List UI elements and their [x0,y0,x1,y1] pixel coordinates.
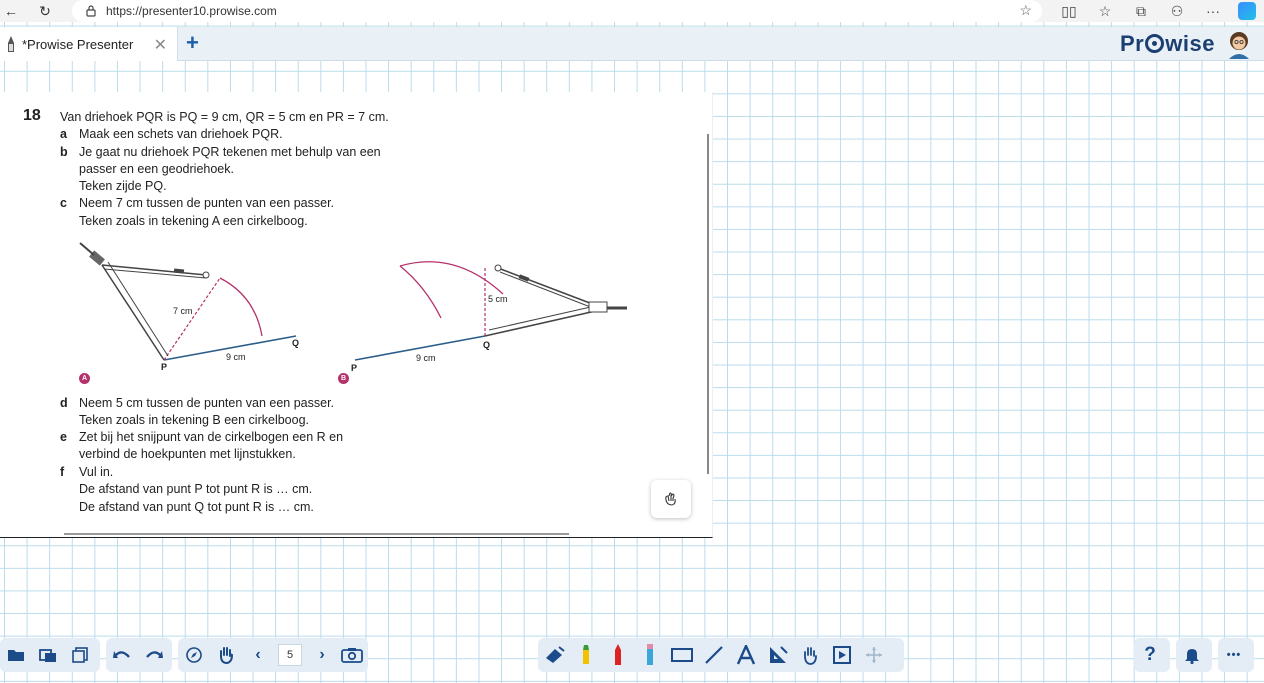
page-number: 5 [278,644,302,666]
compass-icon[interactable] [178,638,210,672]
geometry-set-icon[interactable] [762,638,794,672]
toolbar-notifications-group [1176,638,1212,672]
previous-page-icon[interactable]: ‹ [242,638,274,672]
hand-gesture-icon [665,492,676,506]
fig-a-radius-label: 7 cm [173,306,193,316]
text-b-2: passer en een geodriehoek. [79,162,234,176]
horizontal-scrollbar[interactable] [64,533,569,535]
line-tool-icon[interactable] [698,638,730,672]
text-c-2: Teken zoals in tekening A een cirkelboog… [79,214,308,228]
letter-a: a [60,127,67,141]
text-b-1: Je gaat nu driehoek PQR tekenen met behu… [79,145,381,159]
figure-a-badge: A [79,373,90,384]
close-tab-icon[interactable]: ✕ [154,35,167,55]
text-b-3: Teken zijde PQ. [79,179,167,193]
letter-d: d [60,396,68,410]
tab-title: *Prowise Presenter [22,36,134,52]
menu-dots-icon[interactable]: ··· [1202,3,1224,19]
text-f-2: De afstand van punt P tot punt R is … cm… [79,482,313,496]
gesture-tool-icon[interactable] [794,638,826,672]
letter-c: c [60,196,67,210]
exercise-number: 18 [23,107,41,124]
pages-overview-icon[interactable] [64,638,96,672]
logo-text-left: Pr [1120,31,1145,56]
pencil-icon [4,34,18,54]
figure-b-compass-drawing: 5 cm 9 cm P Q [351,261,627,373]
toolbar-more-group: ••• [1218,638,1254,672]
figure-a-compass-drawing: 7 cm 9 cm P Q [79,242,299,372]
next-page-icon[interactable]: › [306,638,338,672]
text-c-1: Neem 7 cm tussen de punten van een passe… [79,196,335,210]
toolbar-help-group: ? [1134,638,1170,672]
avatar[interactable] [1225,29,1253,59]
toolbar-drawing-group [538,638,904,672]
hand-pan-icon[interactable] [210,638,242,672]
collections-icon[interactable]: ⧉ [1130,3,1152,20]
favorites-icon[interactable]: ☆ [1094,3,1116,20]
fig-b-radius-label: 5 cm [488,294,508,304]
prowise-logo: Pr wise [1120,31,1215,57]
text-tool-icon[interactable] [730,638,762,672]
move-toolbar-icon[interactable] [858,638,890,672]
fig-b-base-label: 9 cm [416,353,436,363]
fig-a-point-p: P [161,362,167,372]
copilot-icon[interactable] [1238,2,1256,20]
page-number-field[interactable]: 5 [274,638,306,672]
redo-icon[interactable] [138,638,170,672]
media-icon[interactable] [32,638,64,672]
text-a: Maak een schets van driehoek PQR. [79,127,283,141]
logo-text-right: wise [1165,31,1215,56]
letter-f: f [60,465,65,479]
favorite-star-icon[interactable]: ☆ [1019,2,1032,19]
eraser-icon[interactable] [538,638,570,672]
undo-icon[interactable] [106,638,138,672]
extensions-icon[interactable]: ⚇ [1166,3,1188,20]
refresh-icon[interactable]: ↻ [34,0,56,22]
vertical-scrollbar[interactable] [707,134,709,474]
app-tabbar: *Prowise Presenter ✕ + Pr wise [0,27,1264,61]
add-tab-icon[interactable]: + [186,30,199,56]
insert-frame-icon[interactable] [826,638,858,672]
marker-icon[interactable] [634,638,666,672]
text-f-3: De afstand van punt Q tot punt R is … cm… [79,500,314,514]
help-button[interactable]: ? [1134,638,1166,672]
text-d-2: Teken zoals in tekening B een cirkelboog… [79,413,310,427]
toolbar-camera-group [336,638,370,672]
bell-icon[interactable] [1176,638,1208,672]
fig-a-point-q: Q [292,338,299,348]
text-e-1: Zet bij het snijpunt van de cirkelbogen … [79,430,344,444]
toolbar-undo-group [106,638,172,672]
fig-a-base-label: 9 cm [226,352,246,362]
fig-b-point-p: P [351,363,357,373]
fig-b-point-q: Q [483,340,490,350]
highlighter-icon[interactable] [570,638,602,672]
back-icon[interactable]: ← [0,0,22,22]
toolbar-files-group [0,638,100,672]
address-bar[interactable]: https://presenter10.prowise.com ☆ [72,0,1042,22]
text-d-1: Neem 5 cm tussen de punten van een passe… [79,396,335,410]
pen-icon[interactable] [602,638,634,672]
more-options-button[interactable]: ••• [1218,638,1250,672]
letter-e: e [60,430,67,444]
folder-icon[interactable] [0,638,32,672]
letter-b: b [60,145,68,159]
text-f-1: Vul in. [79,465,114,479]
camera-icon[interactable] [336,638,368,672]
page-options-button[interactable] [651,480,691,518]
exercise-intro: Van driehoek PQR is PQ = 9 cm, QR = 5 cm… [60,110,389,124]
url-text: https://presenter10.prowise.com [106,4,277,18]
browser-toolbar: ← ↻ https://presenter10.prowise.com ☆ ▯▯… [0,0,1264,22]
text-e-2: verbind de hoekpunten met lijnstukken. [79,447,296,461]
lock-icon [86,5,106,17]
document-tab[interactable]: *Prowise Presenter ✕ [0,27,178,61]
figure-b-badge: B [338,373,349,384]
rectangle-shape-icon[interactable] [666,638,698,672]
split-screen-icon[interactable]: ▯▯ [1058,3,1080,20]
